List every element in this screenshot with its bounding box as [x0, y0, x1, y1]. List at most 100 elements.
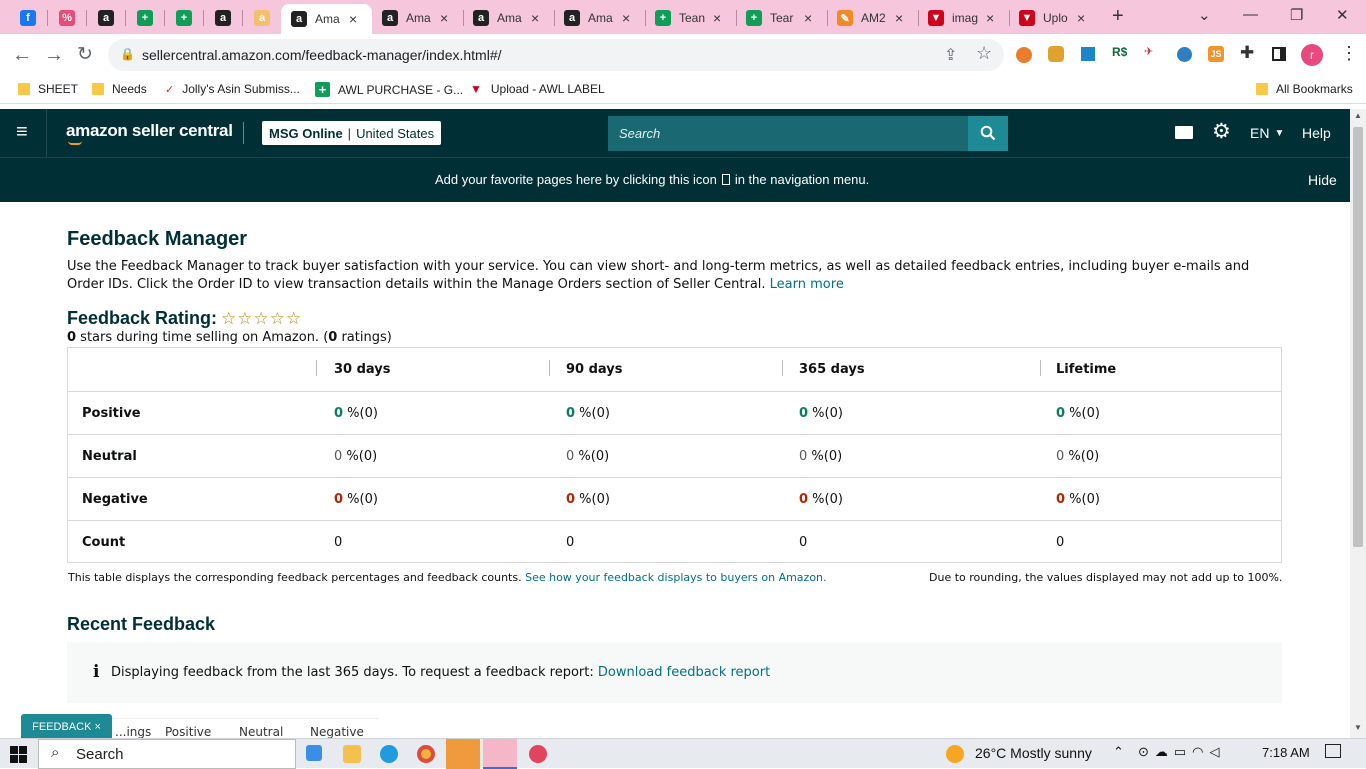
bookmark-upload-awl[interactable]: ▼ Upload - AWL LABEL [470, 82, 605, 96]
learn-more-link[interactable]: Learn more [770, 277, 844, 292]
close-window-icon[interactable]: ✕ [1336, 6, 1349, 24]
close-tab-icon[interactable]: × [895, 10, 903, 26]
tab-title: Ama [406, 11, 431, 25]
scroll-down-icon[interactable]: ▼ [1354, 723, 1362, 732]
help-link[interactable]: Help [1302, 125, 1331, 141]
browser-tab[interactable]: + [125, 4, 164, 32]
bookmark-awl-purchase[interactable]: + AWL PURCHASE - G... [315, 82, 463, 97]
browser-tab[interactable]: a [86, 4, 125, 32]
tab-negative[interactable]: Negative [310, 725, 364, 739]
site-info-icon[interactable]: 🔒 [120, 47, 135, 61]
chrome-active-icon[interactable] [483, 739, 517, 769]
minimize-icon[interactable]: — [1243, 6, 1258, 23]
close-tab-icon[interactable]: × [349, 11, 357, 27]
restore-icon[interactable]: ❐ [1290, 6, 1303, 24]
browser-tab[interactable]: ▼ imag × [918, 4, 1009, 32]
tab-ratings[interactable]: ...ings [115, 725, 151, 739]
reload-icon[interactable]: ↻ [77, 43, 93, 66]
new-tab-button[interactable]: + [1112, 5, 1124, 28]
extension-icon[interactable] [1048, 46, 1064, 62]
browser-tab[interactable]: a Ama × [554, 4, 645, 32]
url-text[interactable]: sellercentral.amazon.com/feedback-manage… [142, 47, 502, 63]
close-tab-icon[interactable]: × [713, 10, 721, 26]
task-view-icon[interactable] [306, 745, 322, 761]
tab-neutral[interactable]: Neutral [239, 725, 283, 739]
browser-tab[interactable]: a Ama × [281, 4, 372, 34]
table-cell: 0 [566, 535, 574, 550]
close-tab-icon[interactable]: × [986, 10, 994, 26]
browser-tab[interactable]: ▼ Uplo × [1009, 4, 1100, 32]
logo-text: amazon seller central [66, 121, 233, 140]
tab-search-icon[interactable]: ⌄ [1198, 6, 1211, 24]
download-feedback-report-link[interactable]: Download feedback report [598, 665, 770, 680]
footnote-text: This table displays the corresponding fe… [68, 571, 522, 584]
notifications-icon[interactable] [1325, 744, 1341, 758]
bookmark-jollys-asin[interactable]: ✓ Jolly's Asin Submiss... [165, 82, 300, 96]
clock-time[interactable]: 7:18 AM [1262, 745, 1310, 760]
feedback-button[interactable]: FEEDBACK × [21, 714, 112, 739]
scroll-thumb[interactable] [1353, 127, 1363, 547]
share-icon[interactable]: ⇪ [944, 45, 957, 65]
extension-icon[interactable] [1177, 47, 1192, 62]
browser-tab[interactable]: a Ama × [463, 4, 554, 32]
cell-count: 0 [334, 406, 344, 421]
language-selector[interactable]: EN ▼ [1250, 125, 1284, 141]
tray-icons[interactable]: ⊙☁▭◠◁ [1138, 744, 1226, 760]
extension-icon[interactable]: R$ [1112, 45, 1127, 59]
all-bookmarks[interactable]: All Bookmarks [1256, 82, 1353, 96]
upload-triangle-icon: ▼ [928, 10, 944, 26]
seller-central-logo[interactable]: amazon seller central [66, 121, 233, 145]
close-tab-icon[interactable]: × [804, 10, 812, 26]
close-tab-icon[interactable]: × [531, 10, 539, 26]
banner-text: Add your favorite pages here by clicking… [435, 172, 717, 187]
extension-icon[interactable] [1081, 47, 1095, 61]
extension-icon[interactable]: JS [1208, 46, 1224, 62]
browser-tab[interactable]: + Tean × [645, 4, 736, 32]
search-button[interactable] [968, 116, 1008, 151]
taskbar-search[interactable]: ⌕ Search [38, 739, 296, 769]
browser-tab[interactable]: + [164, 4, 203, 32]
address-bar[interactable]: 🔒 sellercentral.amazon.com/feedback-mana… [108, 39, 1004, 71]
extensions-puzzle-icon[interactable]: ✚ [1240, 43, 1254, 63]
tray-chevron-icon[interactable]: ⌃ [1113, 744, 1124, 760]
feedback-display-link[interactable]: See how your feedback displays to buyers… [525, 571, 826, 584]
extension-icon[interactable] [1016, 47, 1032, 63]
tab-positive[interactable]: Positive [165, 725, 211, 739]
forward-icon[interactable]: → [44, 44, 64, 67]
gear-icon[interactable]: ⚙ [1212, 119, 1231, 144]
row-label: Count [82, 535, 126, 550]
browser-tab[interactable]: % [47, 4, 86, 32]
back-icon[interactable]: ← [12, 44, 32, 67]
close-tab-icon[interactable]: × [440, 10, 448, 26]
telegram-icon[interactable] [446, 739, 480, 769]
hamburger-menu-icon[interactable]: ≡ [16, 121, 28, 144]
weather-text[interactable]: 26°C Mostly sunny [975, 745, 1092, 761]
browser-tab[interactable]: a Ama × [372, 4, 463, 32]
close-tab-icon[interactable]: × [622, 10, 630, 26]
browser-tab[interactable]: ✎ AM2 × [827, 4, 918, 32]
profile-avatar[interactable]: r [1301, 44, 1323, 66]
page-scrollbar[interactable]: ▲ ▼ [1350, 109, 1366, 738]
extension-icon[interactable]: ✈ [1144, 45, 1153, 58]
hide-banner-button[interactable]: Hide [1308, 172, 1337, 188]
windows-start-icon[interactable] [10, 746, 27, 763]
browser-menu-icon[interactable]: ⋮ [1340, 43, 1358, 64]
app-icon[interactable] [529, 745, 547, 763]
bookmark-star-icon[interactable]: ☆ [976, 43, 992, 64]
search-input[interactable]: Search [608, 116, 968, 151]
close-tab-icon[interactable]: × [1077, 10, 1085, 26]
account-switcher[interactable]: MSG Online | United States [262, 121, 442, 145]
bookmark-sheet[interactable]: SHEET [18, 82, 78, 96]
chrome-icon[interactable] [417, 745, 435, 763]
edge-icon[interactable] [380, 745, 398, 763]
browser-tab[interactable]: a [203, 4, 242, 32]
side-panel-icon[interactable] [1272, 47, 1286, 61]
browser-tab[interactable]: a [242, 4, 281, 32]
column-divider [782, 360, 783, 376]
scroll-up-icon[interactable]: ▲ [1354, 111, 1362, 120]
browser-tab[interactable]: + Tear × [736, 4, 827, 32]
bookmark-needs[interactable]: Needs [92, 82, 147, 96]
mail-icon[interactable] [1175, 126, 1193, 139]
browser-tab[interactable]: f [8, 4, 47, 32]
file-explorer-icon[interactable] [343, 745, 361, 763]
